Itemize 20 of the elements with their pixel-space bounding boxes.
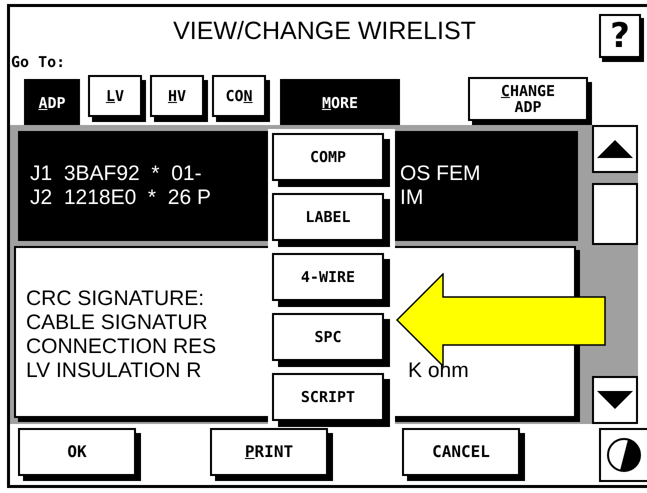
connector-text: J1 3BAF92 * 01- (30, 162, 203, 186)
info-text: CRC SIGNATURE: (26, 286, 206, 311)
info-text: K ohm (408, 358, 469, 383)
scroll-up-button[interactable] (592, 124, 638, 173)
info-text: CABLE SIGNATUR (26, 310, 209, 335)
connector-text: OS FEM (400, 162, 481, 186)
contrast-button[interactable] (599, 428, 647, 482)
connector-text: J2 1218E0 * 26 P (30, 186, 212, 210)
down-triangle-icon (597, 390, 633, 409)
window-title: VIEW/CHANGE WIRELIST (172, 16, 477, 46)
info-text: CONNECTION RES (26, 334, 218, 359)
goto-label: Go To: (11, 53, 66, 73)
scroll-thumb[interactable] (592, 182, 638, 245)
goto-tab[interactable]: ADP (24, 78, 80, 127)
contrast-icon (606, 436, 642, 473)
scroll-down-button[interactable] (592, 376, 638, 424)
up-triangle-icon (597, 140, 633, 158)
connector-text: IM (400, 186, 424, 210)
more-button[interactable]: MORE (280, 78, 400, 127)
info-text: LV INSULATION R (26, 358, 202, 383)
